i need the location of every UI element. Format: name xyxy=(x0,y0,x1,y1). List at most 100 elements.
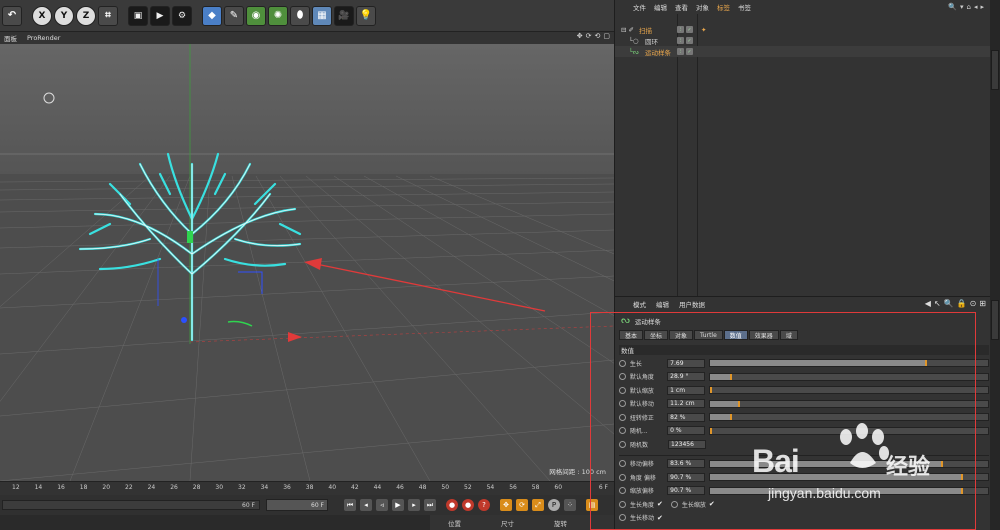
attribute-tab[interactable]: 效果器 xyxy=(748,330,779,340)
record-position-icon[interactable]: ✥ xyxy=(500,499,512,511)
animate-dot-icon[interactable] xyxy=(619,473,626,481)
enable-check-icon[interactable]: ✓ xyxy=(686,37,693,44)
object-menu-item[interactable]: 书签 xyxy=(738,2,751,12)
attribute-menu-item[interactable]: 编辑 xyxy=(656,299,669,309)
play-icon[interactable]: ▶ xyxy=(392,499,404,511)
parameter-slider[interactable] xyxy=(708,426,990,435)
settings-icon[interactable]: ⊙ xyxy=(970,299,977,308)
autokey-icon[interactable]: ● xyxy=(462,499,474,511)
record-active-icon[interactable]: ● xyxy=(446,499,458,511)
play-backwards-icon[interactable]: ◃ xyxy=(376,499,388,511)
visibility-flag-icon[interactable]: ⁝ xyxy=(677,26,684,33)
enable-check-icon[interactable]: ✓ xyxy=(686,48,693,55)
parameter-value-field[interactable]: 11.2 cm xyxy=(667,399,705,408)
enable-check-icon[interactable]: ✓ xyxy=(686,26,693,33)
floor-icon[interactable]: ▦ xyxy=(312,5,332,26)
coordinate-system-icon[interactable]: ⌗ xyxy=(98,5,118,26)
home-icon[interactable]: ⌂ xyxy=(967,3,971,11)
visibility-flag-icon[interactable]: ⁝ xyxy=(677,37,684,44)
attribute-tab[interactable]: Turtle xyxy=(694,330,723,340)
lock-icon[interactable]: 🔒 xyxy=(957,299,967,308)
search-icon[interactable]: 🔍 xyxy=(944,299,954,308)
animate-dot-icon[interactable] xyxy=(619,386,626,394)
previous-key-icon[interactable]: ◂ xyxy=(360,499,372,511)
point-level-icon[interactable]: ⁘ xyxy=(564,499,576,511)
animate-dot-icon[interactable] xyxy=(619,460,626,467)
search-icon[interactable]: 🔍 xyxy=(948,3,957,11)
record-rotation-icon[interactable]: ⟳ xyxy=(516,499,528,511)
keyframe-selection-icon[interactable]: ? xyxy=(478,499,490,511)
back-arrow-icon[interactable]: ◀ xyxy=(925,299,931,308)
animate-dot-icon[interactable] xyxy=(619,413,626,421)
attribute-tab[interactable]: 坐标 xyxy=(644,330,669,340)
parameter-slider[interactable] xyxy=(708,486,990,495)
animate-dot-icon[interactable] xyxy=(619,373,626,380)
viewport-menu-prorender[interactable]: ProRender xyxy=(27,34,60,42)
object-menu-item[interactable]: 标签 xyxy=(717,2,730,12)
parameter-value-field[interactable]: 90.7 % xyxy=(667,472,705,482)
axis-z-button[interactable]: Z xyxy=(76,5,96,26)
axis-y-button[interactable]: Y xyxy=(54,5,74,26)
object-row-circle[interactable]: └○ 圆环 ⁝ ✓ xyxy=(615,35,991,46)
parameter-slider[interactable] xyxy=(708,413,990,421)
side-tab-objects[interactable] xyxy=(991,50,999,90)
filter-icon[interactable]: ▾ xyxy=(960,3,964,11)
animate-dot-icon[interactable] xyxy=(619,440,626,448)
object-menu-item[interactable]: 文件 xyxy=(633,2,646,12)
up-arrow-icon[interactable]: ↖ xyxy=(934,299,941,308)
rotate-view-icon[interactable]: ⟳ xyxy=(586,32,592,40)
pen-icon[interactable]: ✎ xyxy=(224,5,244,26)
attribute-tab[interactable]: 基本 xyxy=(619,330,644,340)
parameter-value-field[interactable]: 82 % xyxy=(667,412,705,422)
animate-dot-icon[interactable] xyxy=(619,500,626,508)
parameter-value-field[interactable]: 83.6 % xyxy=(667,459,705,468)
object-row-sweep[interactable]: ⊟ ✐ 扫描 ⁝ ✓ ✦ xyxy=(615,24,991,35)
tag-icon[interactable]: ✦ xyxy=(701,26,706,34)
move-view-icon[interactable]: ✥ xyxy=(577,32,583,40)
deformer-icon[interactable]: ⬮ xyxy=(290,5,310,26)
object-menu-item[interactable]: 编辑 xyxy=(654,2,667,12)
animate-dot-icon[interactable] xyxy=(619,427,626,434)
render-settings-icon[interactable]: ⚙ xyxy=(172,5,192,26)
attribute-menu-item[interactable]: 用户数据 xyxy=(679,299,705,309)
axis-x-button[interactable]: X xyxy=(32,5,52,26)
parameter-value-field[interactable]: 0 % xyxy=(667,426,705,435)
parameter-value-field[interactable]: 28.9 ° xyxy=(667,372,705,381)
go-to-end-icon[interactable]: ⏭ xyxy=(424,499,436,511)
viewport-menu-panel[interactable]: 面板 xyxy=(4,33,17,43)
side-tab-attributes[interactable] xyxy=(991,300,999,340)
object-menu-item[interactable]: 对象 xyxy=(696,2,709,12)
parameter-key-icon[interactable]: P xyxy=(548,499,560,511)
parameter-slider[interactable] xyxy=(708,459,990,468)
mograph-icon[interactable]: ✺ xyxy=(268,5,288,26)
perspective-viewport[interactable]: 网格间距 : 100 cm xyxy=(0,44,614,481)
object-menu-item[interactable]: 查看 xyxy=(675,2,688,12)
timeline-ruler[interactable]: 6 F 12 14 16 18 20 22 24 26 28 30 32 34 36 38 40 42 44 46… xyxy=(0,481,614,495)
go-to-start-icon[interactable]: ⏮ xyxy=(344,499,356,511)
parameter-value-field[interactable]: 1 cm xyxy=(667,385,705,395)
parameter-value-field[interactable]: 90.7 % xyxy=(667,486,705,495)
camera-icon[interactable]: 🎥 xyxy=(334,5,354,26)
light-icon[interactable]: 💡 xyxy=(356,5,376,26)
frame-range-slider[interactable]: 60 F xyxy=(2,500,260,510)
attribute-menu-item[interactable]: 模式 xyxy=(633,299,646,309)
render-picture-viewer-icon[interactable]: ▶ xyxy=(150,5,170,26)
parameter-slider[interactable] xyxy=(708,372,990,381)
max-frame-field[interactable]: 60 F xyxy=(266,499,328,511)
attribute-tab[interactable]: 对象 xyxy=(669,330,694,340)
back-icon[interactable]: ◂ xyxy=(974,3,978,11)
zoom-view-icon[interactable]: ⟲ xyxy=(595,32,601,40)
forward-icon[interactable]: ▸ xyxy=(980,3,984,11)
parameter-value-field[interactable]: 123456 xyxy=(668,439,706,449)
animate-dot-icon[interactable] xyxy=(619,514,626,521)
animate-dot-icon[interactable] xyxy=(619,400,626,407)
parameter-slider[interactable] xyxy=(708,399,990,408)
parameter-value-field[interactable]: 7.69 xyxy=(667,358,705,368)
next-key-icon[interactable]: ▸ xyxy=(408,499,420,511)
animate-dot-icon[interactable] xyxy=(619,487,626,494)
subdivision-icon[interactable]: ◉ xyxy=(246,5,266,26)
grow-scale-checkbox[interactable]: ✔ xyxy=(709,500,715,508)
visibility-flag-icon[interactable]: ⁝ xyxy=(677,48,684,55)
grow-move-checkbox[interactable]: ✔ xyxy=(657,514,663,522)
parameter-slider[interactable] xyxy=(708,386,990,394)
